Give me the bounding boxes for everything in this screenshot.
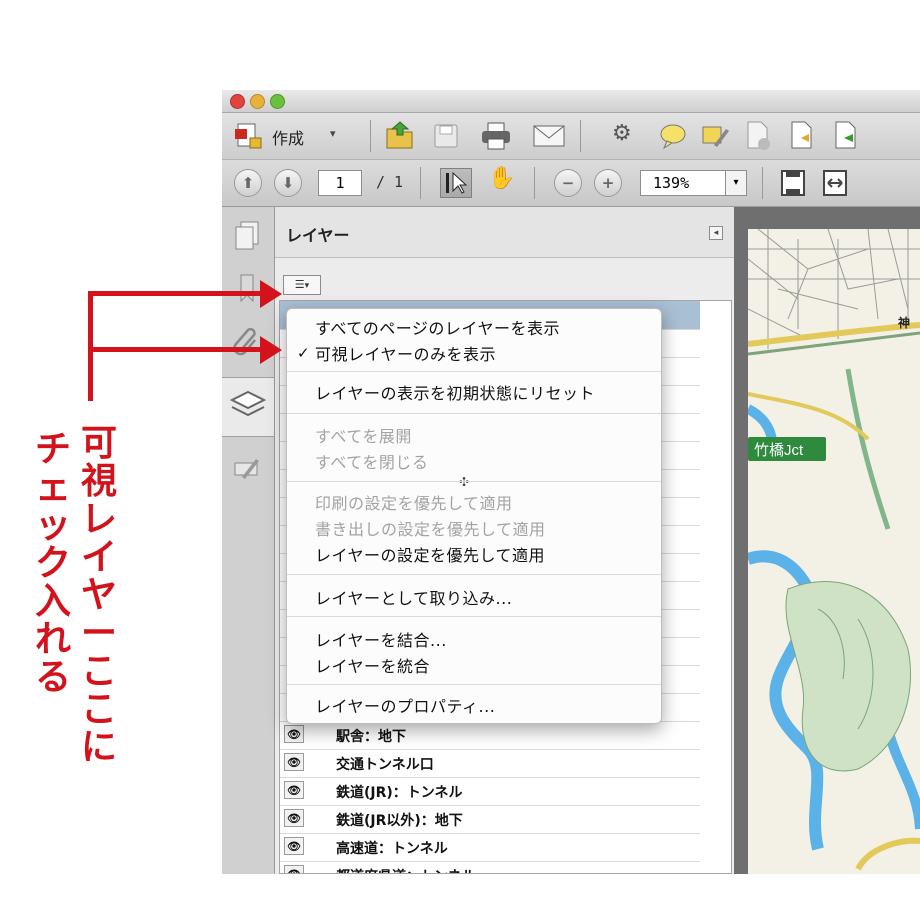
zoom-out-icon[interactable]: − <box>554 169 582 197</box>
cursor-crosshair-icon: ✣ <box>459 475 470 489</box>
menu-item-import-as-layer[interactable]: レイヤーとして取り込み... <box>315 585 512 609</box>
panel-header: レイヤー ◂ <box>275 207 734 258</box>
arrow-right-icon <box>260 336 282 364</box>
save-icon[interactable] <box>432 122 460 150</box>
layer-row-label: 交通トンネル口 <box>336 757 434 773</box>
map-page[interactable]: 竹橋Jct 神 <box>748 229 920 874</box>
menu-item-reset-layers[interactable]: レイヤーの表示を初期状態にリセット <box>315 380 595 404</box>
menu-separator <box>287 413 661 414</box>
page-number-input[interactable]: 1 <box>318 170 362 196</box>
options-list-icon: ☰ <box>294 278 305 291</box>
next-page-icon[interactable]: ⬇ <box>274 169 302 197</box>
menu-item-apply-print-overrides: 印刷の設定を優先して適用 <box>315 494 513 513</box>
annotation-arrow-shaft <box>88 291 264 296</box>
menu-separator <box>287 616 661 617</box>
toolbar-separator <box>420 167 421 199</box>
layer-row-label: 駅舎：地下 <box>336 729 406 745</box>
fit-page-icon[interactable] <box>780 169 806 197</box>
annotation-column-left: チェック入れる <box>34 429 71 698</box>
layer-row-label: 鉄道(JR)：トンネル <box>336 785 463 801</box>
menu-separator <box>287 684 661 685</box>
open-folder-icon[interactable] <box>384 120 416 152</box>
arrow-right-icon <box>260 280 282 308</box>
eye-visibility-icon[interactable]: 👁 <box>284 865 304 873</box>
toolbar-separator <box>580 120 581 152</box>
menu-item-layer-properties[interactable]: レイヤーのプロパティ... <box>315 693 495 717</box>
menu-item-flatten-layers[interactable]: レイヤーを統合 <box>315 653 430 677</box>
print-icon[interactable] <box>480 121 512 151</box>
annotation-text: 可視レイヤーここに チェック入れる <box>28 425 128 785</box>
gear-icon[interactable]: ⚙ <box>612 121 632 146</box>
eye-visibility-icon[interactable]: 👁 <box>284 837 304 855</box>
menu-separator <box>287 371 661 372</box>
previous-page-icon[interactable]: ⬆ <box>234 169 262 197</box>
zoom-dropdown-chevron-icon[interactable]: ▾ <box>725 170 747 196</box>
pages-thumbnail-icon[interactable] <box>230 219 264 259</box>
create-menu-label[interactable]: 作成 <box>272 125 304 149</box>
zoom-window-button[interactable] <box>270 94 285 109</box>
layer-row-label: 高速道：トンネル <box>336 841 448 857</box>
annotation-bracket-line <box>88 291 93 401</box>
menu-item-apply-export-overrides: 書き出しの設定を優先して適用 <box>315 520 546 539</box>
menu-item-show-all-page-layers[interactable]: すべてのページのレイヤーを表示 <box>315 315 560 339</box>
close-window-button[interactable] <box>230 94 245 109</box>
comment-icon[interactable] <box>658 121 688 151</box>
zoom-in-icon[interactable]: + <box>594 169 622 197</box>
navigation-toolbar: ⬆ ⬇ 1 / 1 ✋ − + 139% ▾ <box>222 160 920 207</box>
create-pdf-icon[interactable] <box>234 121 264 151</box>
annotation-column-right: 可視レイヤーここに <box>80 423 117 768</box>
layer-row[interactable]: 👁 高速道：トンネル <box>280 833 700 862</box>
layer-options-menu: すべてのページのレイヤーを表示 ✓ 可視レイヤーのみを表示 レイヤーの表示を初期… <box>286 308 662 724</box>
eye-visibility-icon[interactable]: 👁 <box>284 809 304 827</box>
layers-icon <box>222 379 274 435</box>
layer-row[interactable]: 👁 駅舎：地下 <box>280 721 700 750</box>
select-tool-icon[interactable] <box>440 168 472 198</box>
map-jct-label: 竹橋Jct <box>754 442 804 459</box>
sign-icon[interactable] <box>700 121 730 151</box>
eye-visibility-icon[interactable]: 👁 <box>284 781 304 799</box>
menu-item-expand-all: すべてを展開 <box>315 427 412 446</box>
map-graphic: 竹橋Jct 神 <box>748 229 920 871</box>
collapse-panel-icon[interactable]: ◂ <box>709 226 723 240</box>
checkmark-icon: ✓ <box>297 344 310 362</box>
toolbar-separator <box>370 120 371 152</box>
zoom-level-field[interactable]: 139% <box>640 170 726 196</box>
menu-item-show-visible-layers-only[interactable]: 可視レイヤーのみを表示 <box>315 341 496 365</box>
main-toolbar: 作成 ▾ ⚙ <box>222 113 920 160</box>
panel-title: レイヤー <box>286 226 350 245</box>
toolbar-separator <box>534 167 535 199</box>
layer-row[interactable]: 👁 鉄道(JR)：トンネル <box>280 777 700 806</box>
annotation-arrow-shaft <box>88 347 264 352</box>
signature-pen-icon[interactable] <box>230 451 264 491</box>
fit-width-icon[interactable] <box>822 169 848 197</box>
hand-tool-icon[interactable]: ✋ <box>488 166 515 191</box>
document-export-icon[interactable] <box>788 120 816 152</box>
document-reject-icon[interactable] <box>744 120 772 152</box>
layer-row[interactable]: 👁 鉄道(JR以外)：地下 <box>280 805 700 834</box>
page-total-label: / 1 <box>376 173 404 191</box>
menu-item-collapse-all: すべてを閉じる <box>315 453 429 472</box>
layer-row-label: 都道府県道：トンネル <box>336 866 476 873</box>
layer-row[interactable]: 👁 交通トンネル口 <box>280 749 700 778</box>
chevron-down-icon: ▾ <box>304 281 310 291</box>
email-icon[interactable] <box>532 123 566 149</box>
title-bar <box>222 90 920 113</box>
menu-separator <box>287 574 661 575</box>
document-view[interactable]: 竹橋Jct 神 <box>734 207 920 874</box>
minimize-window-button[interactable] <box>250 94 265 109</box>
attachment-paperclip-icon[interactable] <box>230 323 264 363</box>
map-partial-label: 神 <box>898 315 910 330</box>
options-menu-button[interactable]: ☰▾ <box>283 275 321 295</box>
eye-visibility-icon[interactable]: 👁 <box>284 725 304 743</box>
toolbar-separator <box>762 167 763 199</box>
document-send-icon[interactable] <box>832 120 860 152</box>
menu-item-merge-layers[interactable]: レイヤーを結合... <box>315 627 447 651</box>
layer-row-label: 鉄道(JR以外)：地下 <box>336 813 463 829</box>
chevron-down-icon[interactable]: ▾ <box>330 127 336 140</box>
menu-item-apply-layer-overrides[interactable]: レイヤーの設定を優先して適用 <box>315 542 545 566</box>
layer-row[interactable]: 👁 都道府県道：トンネル <box>280 861 700 873</box>
eye-visibility-icon[interactable]: 👁 <box>284 753 304 771</box>
menu-separator <box>287 481 661 482</box>
